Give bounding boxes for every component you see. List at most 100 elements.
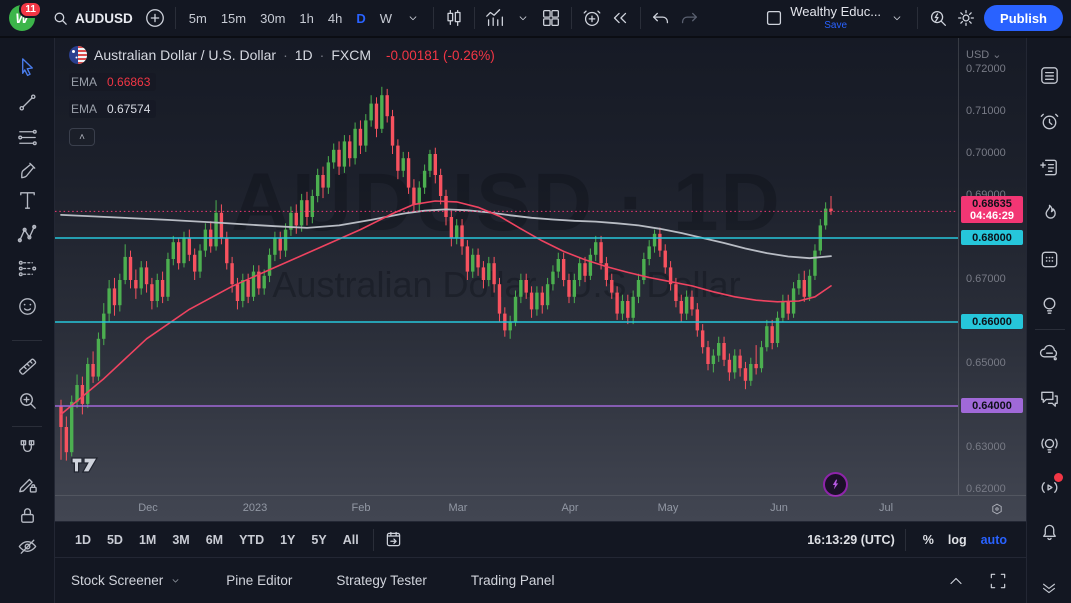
live-ideas-button[interactable] bbox=[1032, 427, 1066, 461]
range-button-1m[interactable]: 1M bbox=[131, 529, 164, 551]
brush-tool-button[interactable] bbox=[10, 154, 44, 186]
magnet-tool-button[interactable] bbox=[10, 432, 44, 464]
video-stream-button[interactable] bbox=[1032, 470, 1066, 504]
auto-scale-button[interactable]: auto bbox=[974, 529, 1014, 551]
time-tick: Jul bbox=[879, 502, 893, 514]
price-tick: 0.67000 bbox=[966, 273, 1006, 285]
indicator-legend-row[interactable]: EMA 0.66863 bbox=[69, 73, 156, 91]
axis-settings-button[interactable] bbox=[987, 500, 1007, 520]
layout-menu-button[interactable] bbox=[883, 4, 911, 32]
notifications-button[interactable] bbox=[1032, 514, 1066, 548]
cursor-tool-button[interactable] bbox=[10, 51, 44, 83]
percent-scale-button[interactable]: % bbox=[916, 529, 941, 551]
ruler-tool-button[interactable] bbox=[10, 350, 44, 382]
fib-retracement-tool-button[interactable] bbox=[10, 121, 44, 153]
symbol-search[interactable]: AUDUSD bbox=[44, 4, 141, 32]
chevron-down-icon bbox=[890, 11, 904, 25]
price-axis-currency[interactable]: USD ⌄ bbox=[966, 48, 1002, 61]
indicators-menu-button[interactable] bbox=[509, 4, 537, 32]
range-button-ytd[interactable]: YTD bbox=[231, 529, 272, 551]
draw-pencil-lock-tool-button[interactable] bbox=[10, 468, 44, 500]
interval-button-w[interactable]: W bbox=[373, 7, 399, 30]
layout-grid-button[interactable] bbox=[537, 4, 565, 32]
calendar-button[interactable] bbox=[1032, 242, 1066, 276]
footer-tab-strategy-tester[interactable]: Strategy Tester bbox=[336, 573, 427, 588]
panel-maximize-button[interactable] bbox=[984, 567, 1012, 595]
symbol-legend-row[interactable]: Australian Dollar / U.S. Dollar · 1D · F… bbox=[69, 46, 495, 64]
range-button-all[interactable]: All bbox=[335, 529, 367, 551]
create-alert-button[interactable] bbox=[578, 4, 606, 32]
interval-button-30m[interactable]: 30m bbox=[253, 7, 292, 30]
lightning-events-button[interactable] bbox=[823, 472, 848, 497]
range-button-5y[interactable]: 5Y bbox=[303, 529, 334, 551]
price-axis[interactable]: USD ⌄ 0.720000.710000.700000.690000.6800… bbox=[958, 38, 1026, 495]
trend-line-tool-button[interactable] bbox=[10, 86, 44, 118]
footer-tab-pine-editor[interactable]: Pine Editor bbox=[226, 573, 292, 588]
redo-button[interactable] bbox=[675, 4, 703, 32]
settings-button[interactable] bbox=[952, 4, 980, 32]
lock-all-tool-button[interactable] bbox=[10, 499, 44, 531]
interval-button-5m[interactable]: 5m bbox=[182, 7, 214, 30]
xabcd-pattern-tool-button[interactable] bbox=[10, 218, 44, 250]
save-layout-button[interactable] bbox=[760, 4, 788, 32]
tradingview-app: W 11 AUDUSD 5m15m30m1h4hDW bbox=[0, 0, 1071, 603]
emoji-icon bbox=[16, 295, 39, 318]
publish-button[interactable]: Publish bbox=[984, 5, 1063, 31]
compare-add-button[interactable] bbox=[141, 4, 169, 32]
indicators-icon bbox=[484, 7, 506, 29]
time-axis[interactable]: Dec2023FebMarAprMayJunJul bbox=[55, 495, 1026, 521]
range-button-1d[interactable]: 1D bbox=[67, 529, 99, 551]
separator bbox=[640, 7, 641, 29]
forecast-tool-button[interactable] bbox=[10, 252, 44, 284]
watchlist-button[interactable] bbox=[1032, 58, 1066, 92]
chart-style-button[interactable] bbox=[440, 4, 468, 32]
indicators-button[interactable] bbox=[481, 4, 509, 32]
notes-button[interactable] bbox=[1032, 150, 1066, 184]
minds-button[interactable] bbox=[1032, 335, 1066, 369]
text-tool-button[interactable] bbox=[10, 184, 44, 216]
log-scale-button[interactable]: log bbox=[941, 529, 974, 551]
footer-tab-stock-screener[interactable]: Stock Screener bbox=[71, 573, 182, 588]
interval-button-4h[interactable]: 4h bbox=[321, 7, 349, 30]
zoom-in-tool-button[interactable] bbox=[10, 384, 44, 416]
sidebar-collapse-button[interactable] bbox=[1032, 571, 1066, 603]
indicator-legend-row[interactable]: EMA 0.67574 bbox=[69, 100, 156, 118]
go-to-date-button[interactable] bbox=[380, 526, 408, 554]
emoji-tool-button[interactable] bbox=[10, 290, 44, 322]
interval-button-d[interactable]: D bbox=[349, 7, 372, 30]
level-price-label: 0.64000 bbox=[961, 398, 1023, 413]
toolbar-right-group: Wealthy Educ... Save Publish bbox=[760, 0, 1071, 36]
range-button-3m[interactable]: 3M bbox=[164, 529, 197, 551]
panel-expand-button[interactable] bbox=[942, 567, 970, 595]
save-label[interactable]: Save bbox=[824, 20, 847, 31]
interval-button-1h[interactable]: 1h bbox=[292, 7, 320, 30]
layout-name-menu[interactable]: Wealthy Educ... Save bbox=[790, 5, 881, 30]
ideas-button[interactable] bbox=[1032, 288, 1066, 322]
price-tick: 0.70000 bbox=[966, 147, 1006, 159]
footer-panel: Stock Screener Pine Editor Strategy Tester… bbox=[55, 557, 1026, 603]
rewind-icon bbox=[609, 7, 631, 29]
undo-button[interactable] bbox=[647, 4, 675, 32]
separator bbox=[474, 7, 475, 29]
interval-button-15m[interactable]: 15m bbox=[214, 7, 253, 30]
bar-replay-button[interactable] bbox=[606, 4, 634, 32]
clock-utc[interactable]: 16:13:29 (UTC) bbox=[807, 533, 895, 547]
quick-search-button[interactable] bbox=[924, 4, 952, 32]
range-button-1y[interactable]: 1Y bbox=[272, 529, 303, 551]
legend-collapse-button[interactable]: ˄ bbox=[69, 128, 95, 146]
chat-button[interactable] bbox=[1032, 381, 1066, 415]
hotlists-button[interactable] bbox=[1032, 196, 1066, 230]
hide-all-tool-button[interactable] bbox=[10, 530, 44, 562]
account-logo[interactable]: W 11 bbox=[0, 5, 44, 31]
range-button-5d[interactable]: 5D bbox=[99, 529, 131, 551]
zoom-in-icon bbox=[16, 389, 39, 412]
chart-pane[interactable]: AUDUSD · 1D Australian Dollar / U.S. Dol… bbox=[55, 38, 1026, 521]
search-icon bbox=[52, 10, 69, 27]
alerts-button[interactable] bbox=[1032, 104, 1066, 138]
brush-icon bbox=[16, 159, 39, 182]
tradingview-logo[interactable] bbox=[71, 456, 99, 479]
footer-tab-trading-panel[interactable]: Trading Panel bbox=[471, 573, 555, 588]
range-button-6m[interactable]: 6M bbox=[198, 529, 231, 551]
price-tick: 0.62000 bbox=[966, 483, 1006, 495]
interval-menu-button[interactable] bbox=[399, 4, 427, 32]
